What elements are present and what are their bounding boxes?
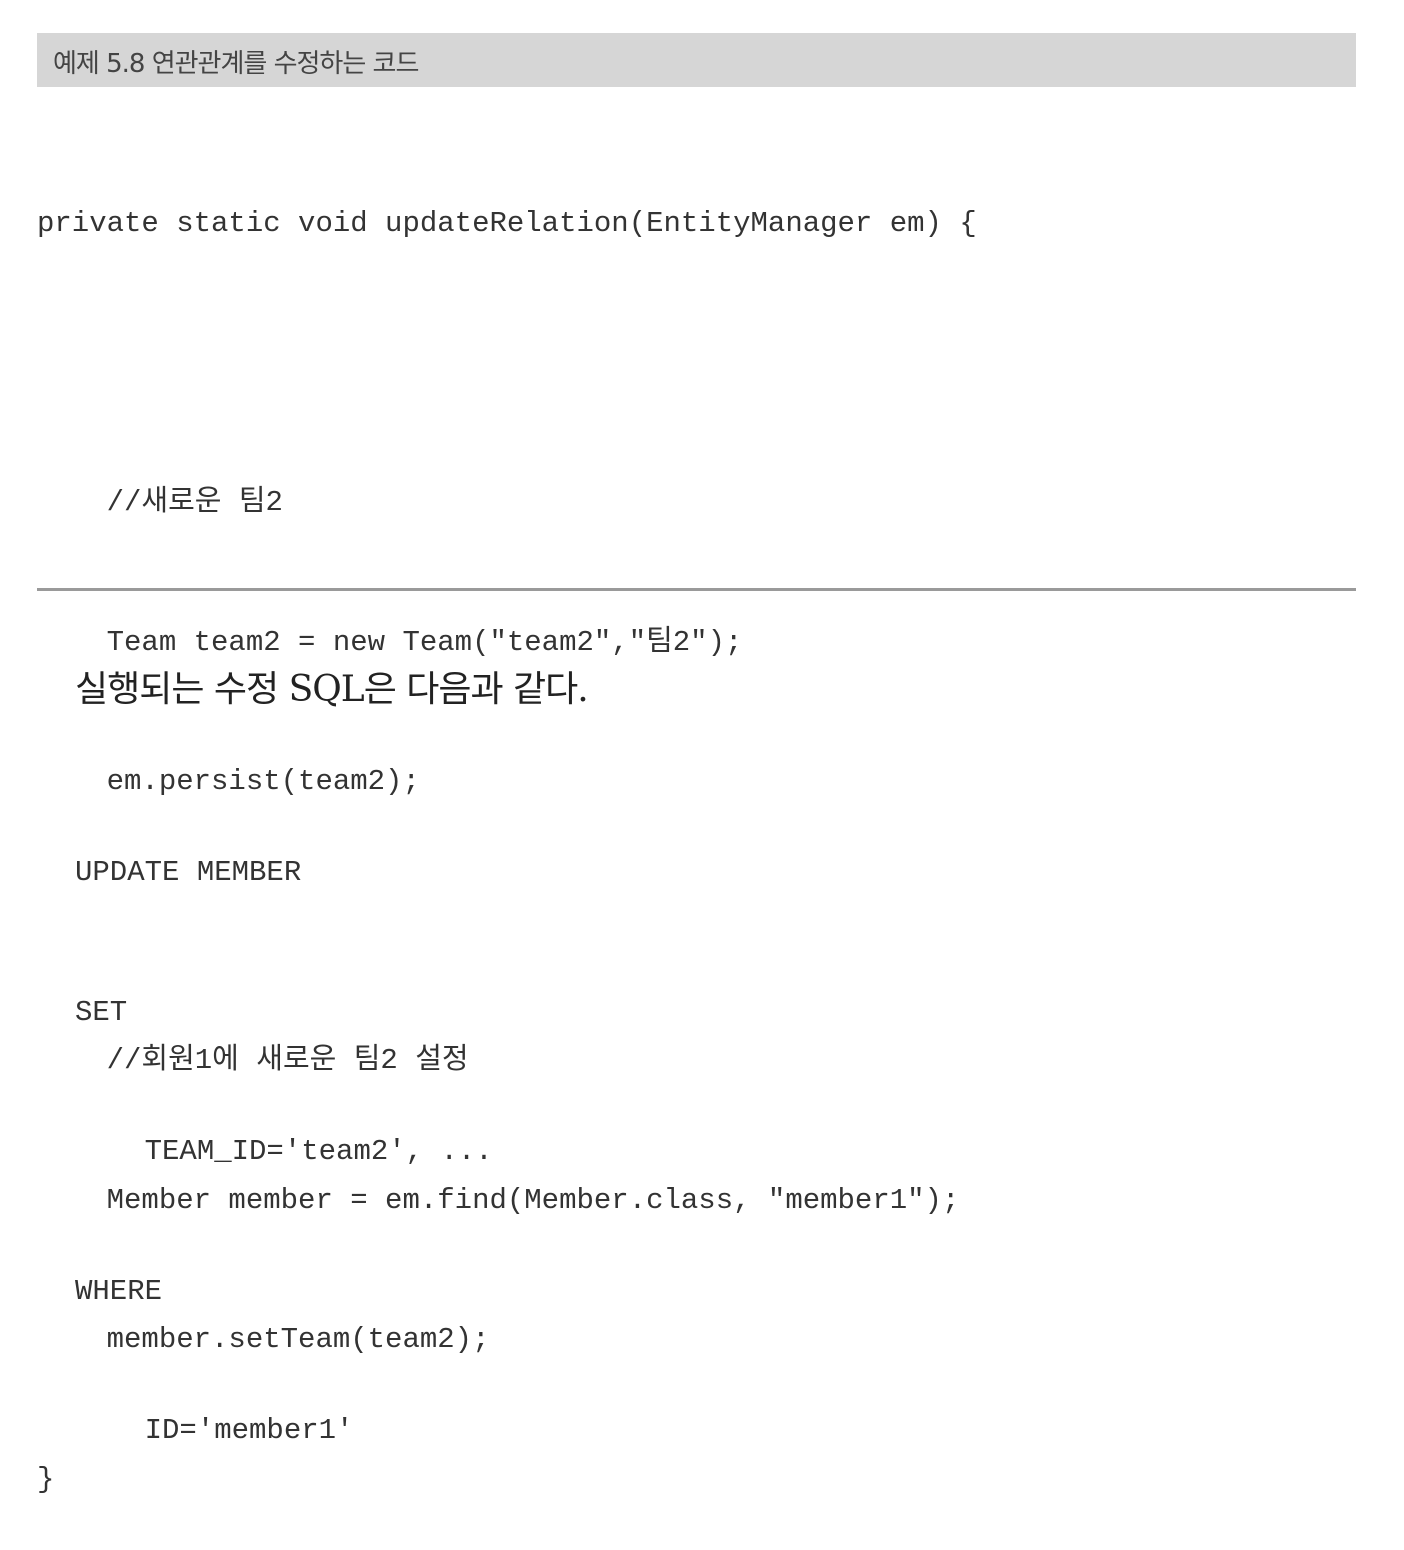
sql-line: ID='member1' [75,1414,354,1447]
code-line: private static void updateRelation(Entit… [37,207,977,240]
sql-line: SET [75,995,128,1029]
sql-line: TEAM_ID='team2', ... [75,1135,493,1168]
sql-code-block: UPDATE MEMBER SET TEAM_ID='team2', ... W… [75,757,493,1501]
section-divider [37,588,1356,591]
caption-title: 예제 5.8 연관관계를 수정하는 코드 [53,49,419,79]
sql-line: UPDATE MEMBER [75,856,302,889]
sql-line: WHERE [75,1274,163,1308]
code-example-caption: 예제 5.8 연관관계를 수정하는 코드 [37,33,1356,87]
code-comment: //새로운 팀2 [37,486,283,519]
body-paragraph: 실행되는 수정 SQL은 다음과 같다. [75,669,589,710]
